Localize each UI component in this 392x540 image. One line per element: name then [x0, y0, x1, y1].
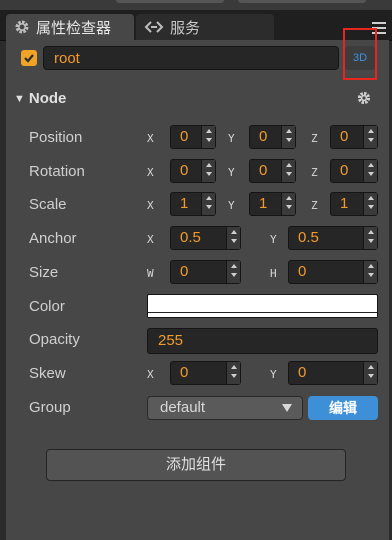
- position-x-spinner[interactable]: [201, 126, 215, 148]
- scale-z-axis: Z: [311, 199, 318, 212]
- opacity-input[interactable]: 255: [147, 328, 378, 354]
- anchor-y-axis: Y: [270, 233, 277, 246]
- anchor-label: Anchor: [29, 230, 77, 247]
- scale-y-value: 1: [259, 195, 268, 212]
- position-y-input[interactable]: 0: [249, 125, 296, 149]
- position-y-spinner[interactable]: [281, 126, 295, 148]
- scale-x-axis: X: [147, 199, 154, 212]
- skew-y-spinner[interactable]: [363, 362, 377, 384]
- color-label: Color: [29, 298, 65, 315]
- size-w-input[interactable]: 0: [170, 260, 241, 284]
- rotation-z-spinner[interactable]: [363, 160, 377, 182]
- node-name-input[interactable]: root: [43, 46, 339, 70]
- gear-icon: [15, 20, 29, 34]
- size-label: Size: [29, 264, 59, 281]
- position-x-value: 0: [180, 128, 189, 145]
- inspector-panel: root 3D ▼ Node Position X 0 Y 0 Z 0 Rota…: [6, 28, 389, 540]
- anchor-x-axis: X: [147, 233, 154, 246]
- scale-label: Scale: [29, 196, 67, 213]
- size-w-axis: W: [147, 267, 154, 280]
- top-strip-tab-1: [116, 0, 224, 3]
- skew-x-spinner[interactable]: [226, 362, 240, 384]
- scale-z-value: 1: [340, 195, 349, 212]
- position-z-value: 0: [340, 128, 349, 145]
- group-select-value: default: [160, 399, 206, 416]
- position-label: Position: [29, 129, 83, 146]
- position-y-axis: Y: [228, 132, 235, 145]
- tab-inspector[interactable]: 属性检查器: [6, 14, 134, 40]
- rotation-z-axis: Z: [311, 166, 318, 179]
- skew-y-value: 0: [298, 364, 307, 381]
- dropdown-arrow-icon: [282, 404, 292, 412]
- highlight-box: [343, 28, 377, 80]
- skew-y-axis: Y: [270, 368, 277, 381]
- position-z-axis: Z: [311, 132, 318, 145]
- node-section-title: Node: [28, 90, 67, 107]
- rotation-x-axis: X: [147, 166, 154, 179]
- rotation-label: Rotation: [29, 163, 85, 180]
- skew-x-axis: X: [147, 368, 154, 381]
- node-section-header[interactable]: ▼ Node: [14, 90, 66, 107]
- group-select[interactable]: default: [147, 396, 303, 420]
- top-strip-tab-2: [238, 0, 366, 3]
- edit-group-button[interactable]: 编辑: [308, 396, 378, 420]
- skew-y-input[interactable]: 0: [288, 361, 378, 385]
- anchor-x-value: 0.5: [180, 229, 201, 246]
- size-w-value: 0: [180, 263, 189, 280]
- position-z-spinner[interactable]: [363, 126, 377, 148]
- scale-y-axis: Y: [228, 199, 235, 212]
- size-h-axis: H: [270, 267, 277, 280]
- skew-label: Skew: [29, 365, 66, 382]
- rotation-z-value: 0: [340, 162, 349, 179]
- node-active-checkbox[interactable]: [21, 50, 37, 66]
- checkmark-icon: [24, 54, 34, 63]
- skew-x-input[interactable]: 0: [170, 361, 241, 385]
- top-strip: [0, 0, 392, 10]
- scale-x-value: 1: [180, 195, 189, 212]
- tab-services[interactable]: 服务: [136, 14, 274, 40]
- size-h-input[interactable]: 0: [288, 260, 378, 284]
- group-label: Group: [29, 399, 71, 416]
- anchor-x-input[interactable]: 0.5: [170, 226, 241, 250]
- scale-y-spinner[interactable]: [281, 193, 295, 215]
- skew-x-value: 0: [180, 364, 189, 381]
- anchor-y-spinner[interactable]: [363, 227, 377, 249]
- color-alpha-strip: [148, 312, 377, 317]
- tab-services-label: 服务: [170, 19, 201, 37]
- position-x-input[interactable]: 0: [170, 125, 216, 149]
- rotation-y-value: 0: [259, 162, 268, 179]
- size-w-spinner[interactable]: [226, 261, 240, 283]
- size-h-value: 0: [298, 263, 307, 280]
- tab-inspector-label: 属性检查器: [36, 19, 112, 37]
- tab-bar: 属性检查器 服务: [0, 10, 392, 41]
- rotation-x-input[interactable]: 0: [170, 159, 216, 183]
- anchor-y-value: 0.5: [298, 229, 319, 246]
- rotation-y-input[interactable]: 0: [249, 159, 296, 183]
- size-h-spinner[interactable]: [363, 261, 377, 283]
- add-component-button[interactable]: 添加组件: [46, 449, 346, 481]
- anchor-x-spinner[interactable]: [226, 227, 240, 249]
- position-y-value: 0: [259, 128, 268, 145]
- scale-x-input[interactable]: 1: [170, 192, 216, 216]
- rotation-z-input[interactable]: 0: [330, 159, 378, 183]
- collapse-triangle-icon: ▼: [14, 92, 25, 105]
- rotation-x-spinner[interactable]: [201, 160, 215, 182]
- rotation-x-value: 0: [180, 162, 189, 179]
- rotation-y-axis: Y: [228, 166, 235, 179]
- settings-gear-icon[interactable]: [357, 91, 371, 105]
- position-z-input[interactable]: 0: [330, 125, 378, 149]
- position-x-axis: X: [147, 132, 154, 145]
- scale-x-spinner[interactable]: [201, 193, 215, 215]
- color-picker[interactable]: [147, 294, 378, 318]
- rotation-y-spinner[interactable]: [281, 160, 295, 182]
- opacity-label: Opacity: [29, 331, 80, 348]
- scale-z-input[interactable]: 1: [330, 192, 378, 216]
- scale-z-spinner[interactable]: [363, 193, 377, 215]
- scale-y-input[interactable]: 1: [249, 192, 296, 216]
- link-icon: [144, 21, 164, 33]
- anchor-y-input[interactable]: 0.5: [288, 226, 378, 250]
